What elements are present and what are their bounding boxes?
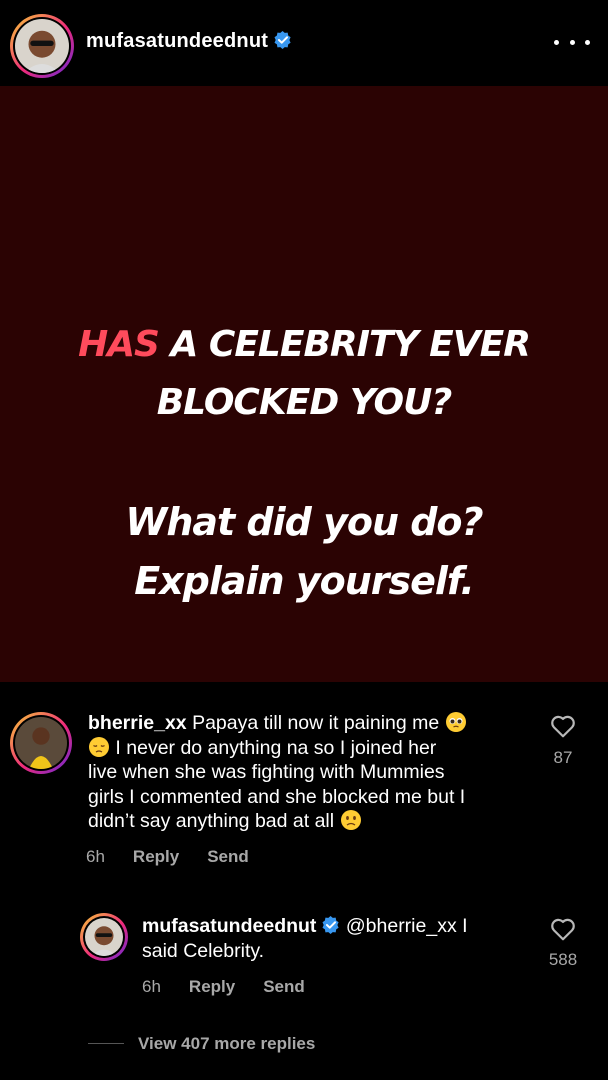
post-text-line-4: Explain yourself.	[134, 559, 475, 603]
comment-time: 6h	[86, 847, 105, 866]
reply-time: 6h	[142, 977, 161, 996]
reply-avatar[interactable]	[80, 913, 128, 961]
reply-text: mufasatundeednut @bherrie_xx I said Cele…	[142, 915, 468, 962]
comment-text: bherrie_xx Papaya till now it paining me…	[88, 712, 466, 833]
comment-avatar-image	[15, 717, 67, 769]
post-text-line-2: BLOCKED YOU?	[156, 382, 453, 423]
reply-meta: 6h Reply Send	[142, 977, 333, 997]
reply-reply-button[interactable]: Reply	[189, 977, 235, 996]
post-text-line-1: HAS A CELEBRITY EVER	[78, 324, 531, 365]
comment-avatar[interactable]	[10, 712, 72, 774]
view-more-divider	[88, 1043, 124, 1044]
header-username[interactable]: mufasatundeednut	[86, 30, 292, 53]
reply-like-count: 588	[548, 950, 578, 969]
post-image: HAS A CELEBRITY EVER BLOCKED YOU? What d…	[0, 86, 608, 682]
verified-badge-icon	[274, 31, 291, 49]
reply-button[interactable]: Reply	[133, 847, 179, 866]
comment-username[interactable]: bherrie_xx	[88, 712, 187, 734]
post-highlight-word: HAS	[78, 324, 160, 365]
profile-avatar[interactable]	[10, 14, 74, 78]
disappointed-face-emoji-icon	[89, 736, 109, 757]
more-options-icon[interactable]	[554, 32, 590, 52]
reply-like-heart-icon[interactable]	[550, 917, 576, 941]
verified-badge-icon	[322, 916, 340, 934]
pleading-face-emoji-icon	[445, 712, 466, 732]
reply-avatar-image	[85, 918, 123, 956]
send-button[interactable]: Send	[207, 847, 249, 866]
avatar-image	[15, 19, 69, 73]
like-heart-icon[interactable]	[550, 714, 576, 738]
post-text-line-3: What did you do?	[125, 500, 483, 544]
view-more-replies-button[interactable]: View 407 more replies	[138, 1034, 315, 1054]
post-header: mufasatundeednut	[0, 0, 608, 86]
reply-send-button[interactable]: Send	[263, 977, 305, 996]
like-count: 87	[553, 748, 573, 767]
comment-meta: 6h Reply Send	[86, 847, 277, 867]
slightly-frowning-face-emoji-icon	[340, 810, 361, 831]
reply-username[interactable]: mufasatundeednut	[142, 915, 316, 937]
